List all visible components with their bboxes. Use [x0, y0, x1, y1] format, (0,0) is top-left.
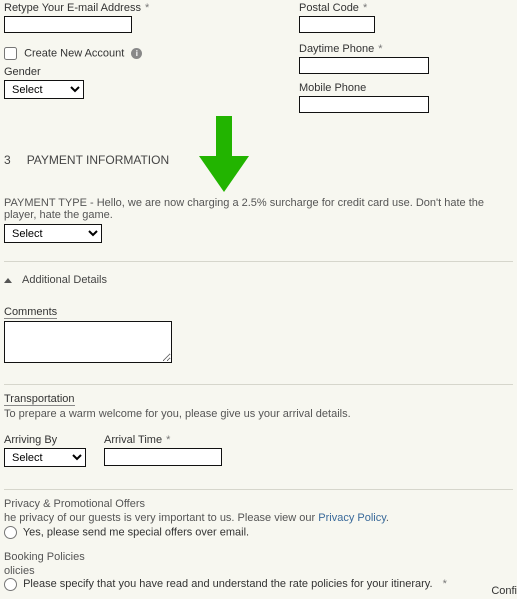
payment-type-select[interactable]: Select [4, 224, 102, 243]
booking-specify-label: Please specify that you have read and un… [23, 578, 447, 590]
booking-policies-sub: olicies [4, 565, 513, 577]
create-account-label: Create New Account [24, 47, 124, 59]
mobile-phone-input[interactable] [299, 96, 429, 113]
privacy-text: he privacy of our guests is very importa… [4, 512, 513, 524]
postal-code-label: Postal Code* [299, 2, 513, 14]
transportation-header: Transportation [4, 393, 75, 406]
arriving-by-select[interactable]: Select [4, 448, 86, 467]
postal-code-input[interactable] [299, 16, 375, 33]
retype-email-input[interactable] [4, 16, 132, 33]
arrival-time-label: Arrival Time* [104, 434, 222, 446]
booking-policies-header: Booking Policies [4, 551, 513, 563]
section-3-header: 3PAYMENT INFORMATION [4, 153, 513, 167]
payment-type-note: PAYMENT TYPE - Hello, we are now chargin… [4, 197, 513, 221]
comments-textarea[interactable] [4, 321, 172, 363]
arrival-time-input[interactable] [104, 448, 222, 466]
gender-select[interactable]: Select [4, 80, 84, 99]
arriving-by-label: Arriving By [4, 434, 86, 446]
additional-details-label: Additional Details [22, 274, 107, 286]
retype-email-label: Retype Your E-mail Address* [4, 2, 299, 14]
additional-details-toggle[interactable]: Additional Details [4, 274, 513, 286]
chevron-up-icon [4, 278, 12, 283]
info-icon[interactable]: i [131, 48, 142, 59]
create-account-checkbox[interactable] [4, 47, 17, 60]
privacy-header: Privacy & Promotional Offers [4, 498, 513, 510]
divider-3 [4, 489, 513, 490]
daytime-phone-label: Daytime Phone* [299, 43, 513, 55]
privacy-opt-radio[interactable] [4, 526, 17, 539]
comments-label: Comments [4, 306, 57, 319]
divider [4, 261, 513, 262]
mobile-phone-label: Mobile Phone [299, 82, 513, 94]
privacy-opt-label: Yes, please send me special offers over … [23, 526, 249, 538]
booking-specify-radio[interactable] [4, 578, 17, 591]
privacy-policy-link[interactable]: Privacy Policy [318, 512, 386, 524]
gender-label: Gender [4, 66, 299, 78]
transportation-subtext: To prepare a warm welcome for you, pleas… [4, 408, 513, 420]
divider-2 [4, 384, 513, 385]
daytime-phone-input[interactable] [299, 57, 429, 74]
confirm-fragment: Confi [491, 585, 517, 597]
